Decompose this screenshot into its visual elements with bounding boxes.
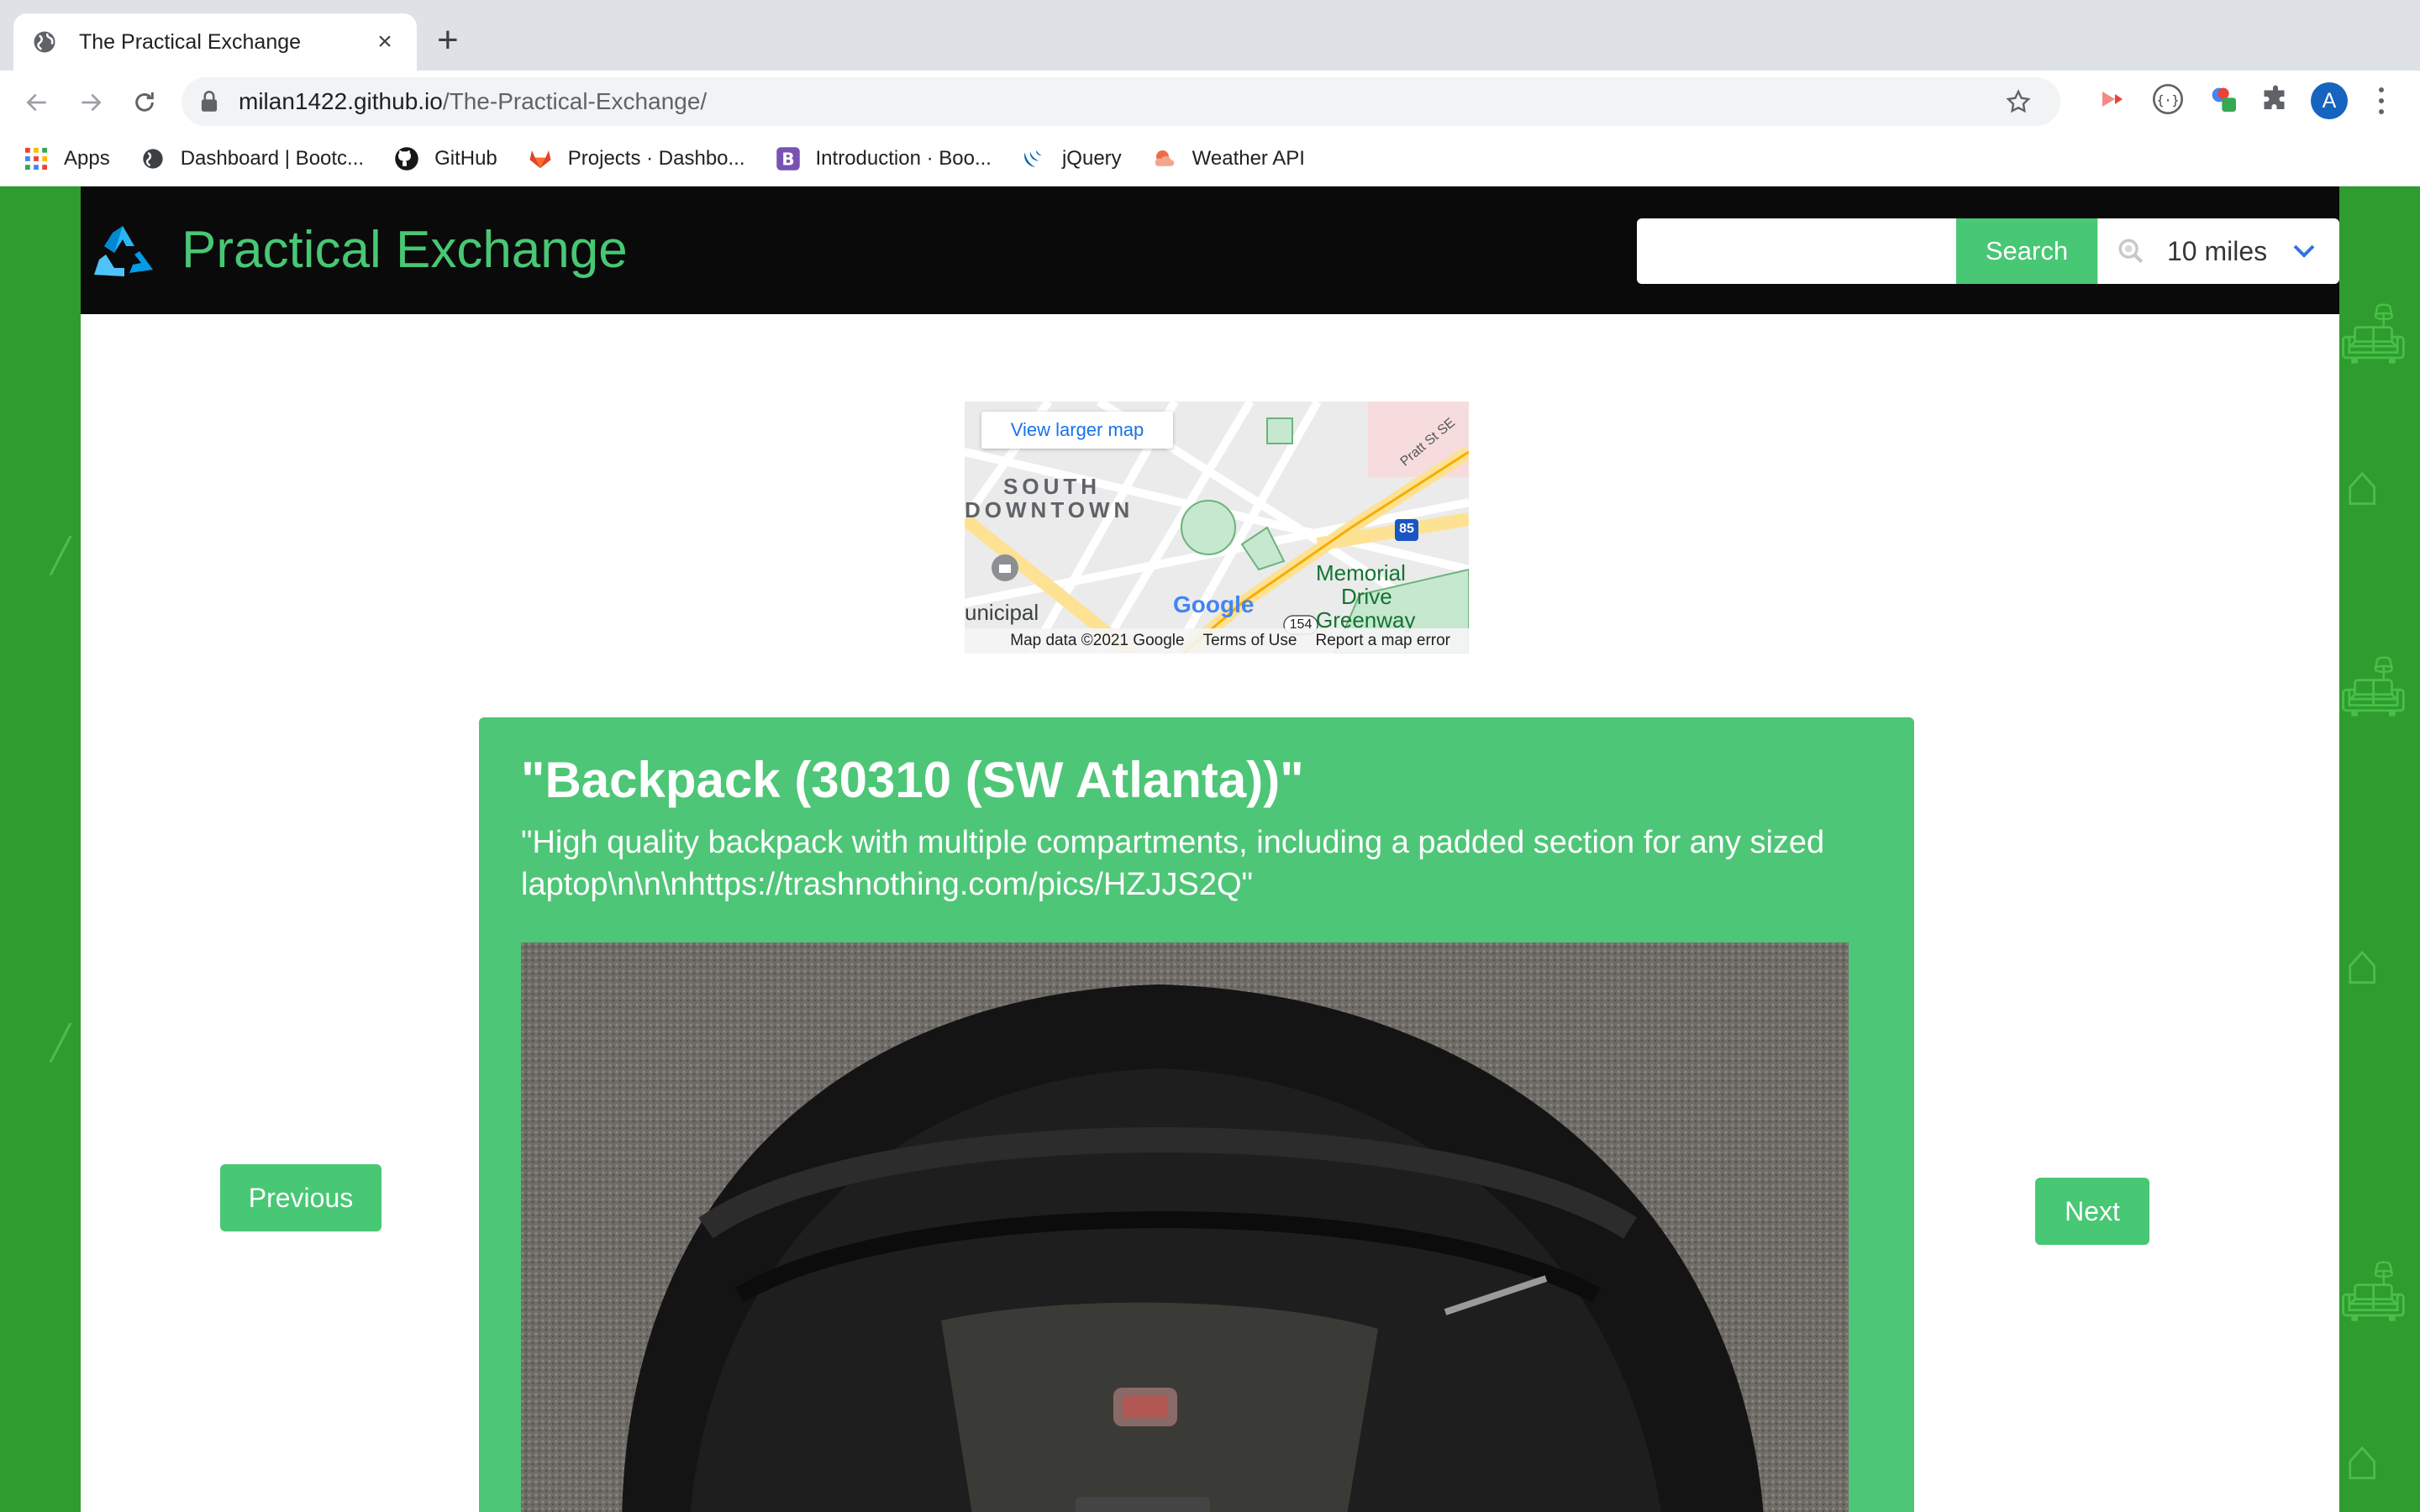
brand-name: Practical Exchange — [182, 221, 628, 279]
recycle-logo-icon — [94, 225, 153, 276]
bookmark-label: Apps — [64, 146, 110, 170]
apps-grid-icon — [24, 146, 49, 171]
map-data-credit: Map data ©2021 Google — [1010, 632, 1185, 649]
search-group: Search 10 miles — [1637, 218, 2339, 284]
bookmark-label: Projects · Dashbo... — [567, 146, 745, 170]
couch-doodle-icon: 🛋 — [2336, 654, 2411, 719]
map-area-label: SOUTH — [1003, 474, 1101, 499]
bookmarks-bar: Apps Dashboard | Bootc... GitHub Project… — [0, 131, 2420, 186]
embedded-map[interactable]: View larger map SOUTH DOWNTOWN Memorial … — [965, 402, 1469, 654]
browser-tab-active[interactable]: The Practical Exchange × — [13, 13, 417, 71]
previous-button[interactable]: Previous — [220, 1164, 381, 1231]
radius-select[interactable]: 10 miles — [2097, 218, 2339, 284]
listing-title: "Backpack (30310 (SW Atlanta))" — [521, 752, 1304, 808]
forward-arrow-icon[interactable] — [74, 86, 108, 119]
view-larger-map-link[interactable]: View larger map — [981, 412, 1173, 449]
extensions-puzzle-icon[interactable] — [2259, 82, 2292, 116]
map-municipal-label: unicipal — [965, 600, 1039, 625]
map-park-label: Memorial — [1316, 560, 1406, 585]
site-container: Practical Exchange Search 10 miles View … — [81, 186, 2339, 1512]
browser-toolbar: milan1422.github.io /The-Practical-Excha… — [0, 71, 2420, 131]
bookmark-jquery[interactable]: jQuery — [1022, 146, 1122, 171]
address-bar[interactable]: milan1422.github.io /The-Practical-Excha… — [182, 77, 2060, 126]
color-picker-extension-icon[interactable] — [2207, 82, 2240, 116]
bookmark-star-icon[interactable] — [2005, 88, 2032, 115]
profile-avatar[interactable]: A — [2311, 82, 2348, 119]
globe-icon — [34, 31, 55, 53]
couch-doodle-icon: 🛋 — [2336, 301, 2411, 366]
bookmark-gitlab-projects[interactable]: Projects · Dashbo... — [528, 146, 745, 171]
jquery-icon — [1022, 146, 1047, 171]
bootstrap-icon: B — [776, 146, 801, 171]
bookmark-label: Dashboard | Bootc... — [180, 146, 365, 170]
browser-tab-strip: The Practical Exchange × + — [0, 0, 2420, 71]
map-report-link[interactable]: Report a map error — [1315, 632, 1450, 650]
code-extension-icon[interactable]: {·} — [2151, 82, 2185, 116]
bookmark-label: Introduction · Boo... — [815, 146, 992, 170]
svg-text:B: B — [781, 149, 794, 169]
bookmark-label: GitHub — [434, 146, 497, 170]
reload-icon[interactable] — [128, 86, 161, 119]
back-arrow-icon[interactable] — [20, 86, 54, 119]
backpack-image — [521, 942, 1849, 1512]
listing-description: "High quality backpack with multiple com… — [521, 825, 1825, 902]
stool-doodle-icon: ⌂ — [2344, 452, 2381, 517]
lock-icon — [201, 91, 218, 112]
bookmark-apps[interactable]: Apps — [24, 146, 110, 171]
page-viewport: 🛋 ⌂ 🛋 ⌂ 🛋 ⌂ ╱ ╱ Practical Exchange Searc… — [0, 186, 2420, 1512]
radius-value: 10 miles — [2167, 235, 2268, 266]
bookmark-github[interactable]: GitHub — [394, 146, 497, 171]
search-button[interactable]: Search — [1956, 218, 2097, 284]
brush-doodle-icon: ╱ — [50, 1025, 71, 1062]
interstate-shield: 85 — [1399, 522, 1414, 536]
listing-card: "Backpack (30310 (SW Atlanta))" "High qu… — [479, 717, 1914, 1512]
weather-icon — [1152, 146, 1177, 171]
map-footer: Map data ©2021 Google Terms of Use Repor… — [965, 628, 1469, 654]
url-host: milan1422.github.io — [239, 88, 443, 114]
map-area-label: DOWNTOWN — [965, 497, 1134, 522]
bookmark-bootstrap[interactable]: B Introduction · Boo... — [776, 146, 992, 171]
gitlab-icon — [528, 146, 553, 171]
brush-doodle-icon: ╱ — [50, 538, 71, 575]
new-tab-button[interactable]: + — [437, 22, 459, 59]
chevron-down-icon — [2293, 244, 2315, 258]
couch-doodle-icon: 🛋 — [2336, 1258, 2411, 1324]
bookmark-label: jQuery — [1061, 146, 1122, 170]
stool-doodle-icon: ⌂ — [2344, 1426, 2381, 1492]
tab-title: The Practical Exchange — [79, 29, 302, 54]
next-button[interactable]: Next — [2035, 1178, 2149, 1245]
search-input[interactable] — [1637, 218, 1956, 284]
bookmark-weather-api[interactable]: Weather API — [1152, 146, 1305, 171]
globe-icon — [140, 146, 166, 171]
url-path: /The-Practical-Exchange/ — [442, 88, 708, 114]
listing-photo — [521, 942, 1849, 1512]
google-logo: Google — [1173, 591, 1255, 617]
map-terms-link[interactable]: Terms of Use — [1203, 632, 1297, 650]
site-header: Practical Exchange Search 10 miles — [81, 186, 2339, 314]
search-icon — [2118, 239, 2144, 264]
cast-extension-icon[interactable] — [2096, 82, 2129, 116]
brand[interactable]: Practical Exchange — [81, 220, 628, 280]
stool-doodle-icon: ⌂ — [2344, 931, 2381, 996]
map-park-label: Drive — [1341, 584, 1392, 609]
bookmark-dashboard[interactable]: Dashboard | Bootc... — [140, 146, 364, 171]
bookmark-label: Weather API — [1192, 146, 1305, 170]
close-tab-icon[interactable]: × — [371, 29, 398, 55]
github-icon — [394, 146, 419, 171]
browser-menu-icon[interactable] — [2371, 84, 2391, 118]
svg-text:{·}: {·} — [2156, 93, 2179, 108]
